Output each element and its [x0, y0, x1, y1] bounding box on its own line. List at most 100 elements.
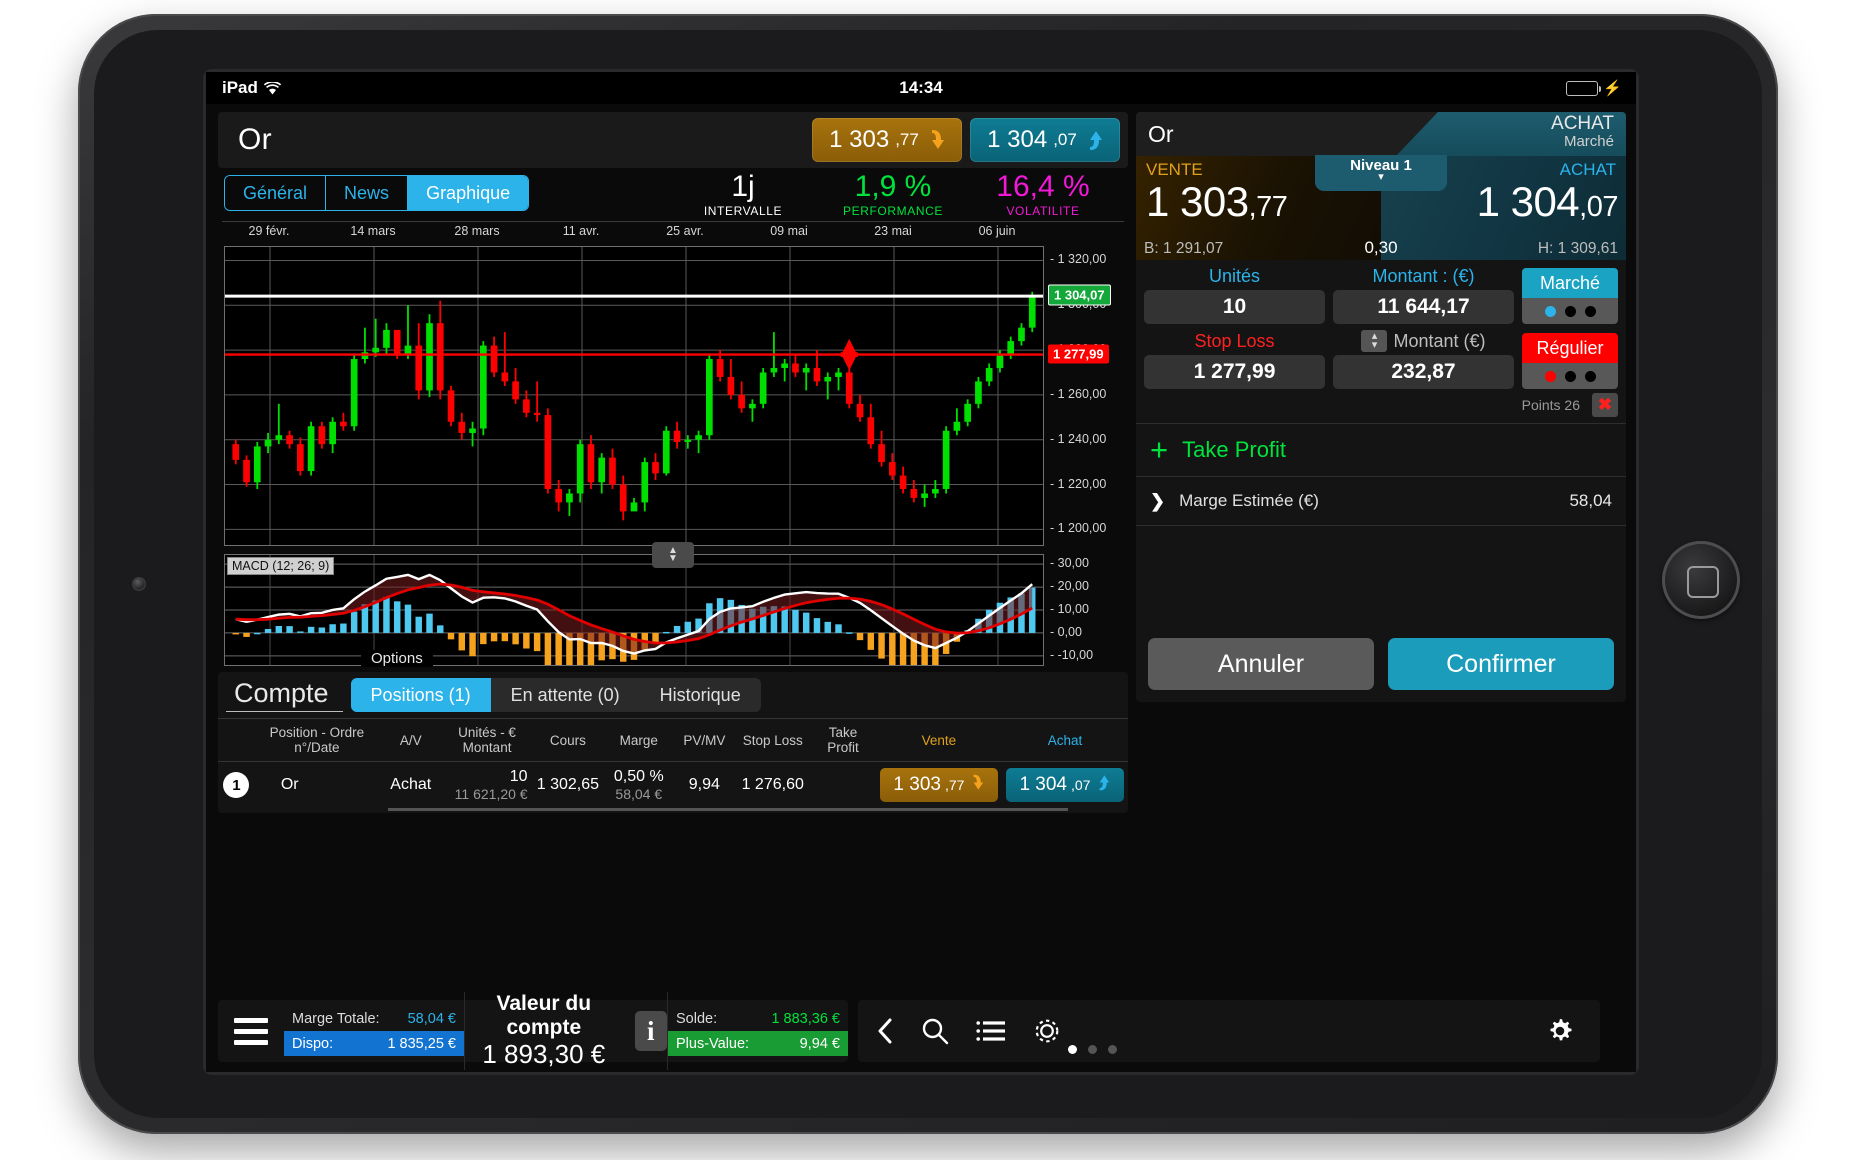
col-marge[interactable]: Marge — [604, 719, 673, 762]
solde-block: Solde: 1 883,36 € Plus-Value: 9,94 € — [668, 1003, 848, 1059]
arrow-up-icon — [1083, 128, 1103, 152]
tab-positions[interactable]: Positions (1) — [351, 678, 491, 712]
macd-label: MACD (12; 26; 9) — [227, 557, 334, 575]
stop-loss-input[interactable]: 1 277,99 — [1144, 355, 1325, 389]
row-sell-dec: ,77 — [945, 777, 964, 793]
ticket-high-label: H: 1 309,61 — [1538, 240, 1618, 258]
instrument-name: Or — [226, 123, 272, 157]
row-buy-button[interactable]: 1 304,07 — [1006, 768, 1124, 802]
candlestick-plot[interactable] — [224, 246, 1044, 546]
chart-pane-splitter[interactable]: ▲ ▼ — [652, 542, 694, 568]
macd-y-tick-label: ‑ -10,00 — [1050, 648, 1093, 662]
stop-loss-amount-label: ▴▾ Montant (€) — [1333, 330, 1514, 352]
col-units-amount[interactable]: Unités - € Montant — [443, 719, 532, 762]
take-profit-row[interactable]: + Take Profit — [1136, 424, 1626, 476]
ticket-empty-space — [1136, 526, 1626, 626]
order-type-button[interactable]: Marché — [1522, 268, 1618, 298]
col-vente[interactable]: Vente — [876, 719, 1002, 762]
x-tick-label: 14 mars — [350, 224, 395, 238]
search-icon[interactable] — [920, 1016, 950, 1046]
stepper-icon[interactable]: ▴▾ — [1361, 330, 1387, 352]
stop-loss-type-button[interactable]: Régulier — [1522, 333, 1618, 363]
sl-type-dot-2[interactable] — [1565, 371, 1576, 382]
header-buy-price-dec: ,07 — [1053, 130, 1077, 150]
order-ticket-column: Or ACHAT Marché VENTE 1 303,77 — [1136, 112, 1626, 702]
col-cours[interactable]: Cours — [532, 719, 605, 762]
account-panel: Compte Positions (1) En attente (0) Hist… — [218, 672, 1128, 813]
trading-app-root: Or 1 303,77 1 304,07 — [206, 104, 1636, 1072]
stat-performance: 1,9 % PERFORMANCE — [818, 171, 968, 218]
header-sell-button[interactable]: 1 303,77 — [812, 118, 962, 162]
macd-pane[interactable]: MACD (12; 26; 9) Options — [224, 554, 1044, 666]
home-button[interactable] — [1662, 541, 1740, 619]
left-column: Or 1 303,77 1 304,07 — [218, 112, 1128, 813]
positions-table-header: Position - Ordre n°/Date A/V Unités - € … — [218, 719, 1128, 762]
tab-historique[interactable]: Historique — [640, 678, 761, 712]
ticket-stoploss-row: Stop Loss 1 277,99 ▴▾ Montant (€) 232,87 — [1136, 324, 1626, 389]
row-instrument: Or — [255, 762, 379, 809]
row-side: Achat — [379, 762, 443, 809]
order-type-dots[interactable] — [1522, 298, 1618, 324]
row-sell-cell: 1 303,77 — [876, 762, 1002, 809]
row-units-amount: 10 11 621,20 € — [443, 762, 532, 809]
hamburger-menu-icon[interactable] — [218, 1018, 284, 1045]
stat-performance-label: PERFORMANCE — [818, 204, 968, 218]
page-indicator[interactable] — [1068, 1045, 1117, 1054]
sl-type-dot-3[interactable] — [1585, 371, 1596, 382]
settings-gear-icon-right[interactable] — [1544, 1015, 1576, 1047]
stop-loss-amount-input[interactable]: 232,87 — [1333, 355, 1514, 389]
tab-graphique[interactable]: Graphique — [408, 176, 528, 210]
level-selector[interactable]: Niveau 1 ▾ — [1315, 155, 1447, 191]
settings-gear-icon[interactable] — [1032, 1016, 1062, 1046]
col-achat[interactable]: Achat — [1002, 719, 1128, 762]
col-take-profit[interactable]: Take Profit — [810, 719, 876, 762]
tab-news[interactable]: News — [326, 176, 408, 210]
chart-options-button[interactable]: Options — [361, 650, 433, 667]
stop-loss-type-dots[interactable] — [1522, 363, 1618, 389]
order-type-dot-3[interactable] — [1585, 306, 1596, 317]
info-icon[interactable]: i — [635, 1011, 667, 1051]
row-stop-loss[interactable]: 1 276,60 — [735, 762, 810, 809]
col-av[interactable]: A/V — [379, 719, 443, 762]
instrument-header: Or 1 303,77 1 304,07 — [218, 112, 1128, 168]
row-sell-button[interactable]: 1 303,77 — [880, 768, 998, 802]
order-type-dot-2[interactable] — [1565, 306, 1576, 317]
x-tick-label: 23 mai — [874, 224, 912, 238]
order-type-dot-1[interactable] — [1545, 306, 1556, 317]
ticket-buy-price: 1 304,07 — [1477, 178, 1618, 226]
col-stop-loss[interactable]: Stop Loss — [735, 719, 810, 762]
row-take-profit[interactable] — [810, 762, 876, 809]
tab-en-attente[interactable]: En attente (0) — [491, 678, 640, 712]
confirm-button[interactable]: Confirmer — [1388, 638, 1614, 690]
estimated-margin-row[interactable]: ❯ Marge Estimée (€) 58,04 — [1136, 477, 1626, 525]
x-tick-label: 25 avr. — [666, 224, 704, 238]
col-position-order[interactable]: Position - Ordre n°/Date — [255, 719, 379, 762]
amount-input[interactable]: 11 644,17 — [1333, 290, 1514, 324]
x-tick-label: 29 févr. — [249, 224, 290, 238]
stop-loss-line-tag[interactable]: 1 277,99 — [1048, 344, 1109, 363]
pager-dot-2[interactable] — [1088, 1045, 1097, 1054]
stat-volatilite-value: 16,4 % — [968, 171, 1118, 203]
close-icon[interactable]: ✖ — [1592, 393, 1618, 417]
cancel-button[interactable]: Annuler — [1148, 638, 1374, 690]
pager-dot-1[interactable] — [1068, 1045, 1077, 1054]
row-buy-dec: ,07 — [1071, 777, 1090, 793]
col-pvmv[interactable]: PV/MV — [673, 719, 735, 762]
tab-general[interactable]: Général — [225, 176, 326, 210]
margin-block: Marge Totale: 58,04 € Dispo: 1 835,25 € — [284, 1003, 464, 1059]
row-buy-cell: 1 304,07 — [1002, 762, 1128, 809]
units-input[interactable]: 10 — [1144, 290, 1325, 324]
header-buy-button[interactable]: 1 304,07 — [970, 118, 1120, 162]
margin-total-line: Marge Totale: 58,04 € — [284, 1006, 464, 1031]
row-pnl: 9,94 — [673, 762, 735, 809]
back-chevron-icon[interactable] — [876, 1017, 894, 1045]
row-sell-int: 1 303 — [893, 774, 941, 796]
y-tick-label: ‑ 1 220,00 — [1050, 477, 1106, 491]
view-segmented-control: Général News Graphique — [224, 175, 529, 211]
table-row[interactable]: 1 Or Achat 10 11 621,20 € — [218, 762, 1128, 809]
pager-dot-3[interactable] — [1108, 1045, 1117, 1054]
list-icon[interactable] — [976, 1018, 1006, 1044]
row-margin: 0,50 % 58,04 € — [604, 762, 673, 809]
sl-type-dot-1[interactable] — [1545, 371, 1556, 382]
buy-price-line-tag[interactable]: 1 304,07 — [1048, 285, 1111, 306]
